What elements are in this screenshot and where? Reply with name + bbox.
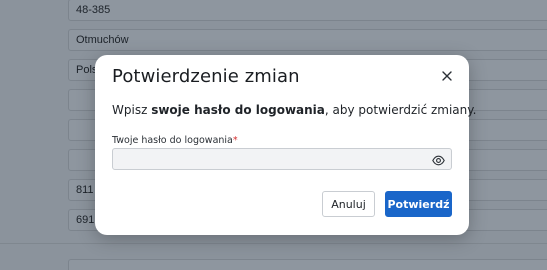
eye-icon[interactable] bbox=[432, 153, 445, 166]
confirm-button[interactable]: Potwierdź bbox=[385, 191, 452, 217]
close-button[interactable] bbox=[439, 68, 455, 84]
dialog-description: Wpisz swoje hasło do logowania, aby potw… bbox=[112, 103, 477, 117]
dialog-title: Potwierdzenie zmian bbox=[112, 66, 300, 87]
confirm-changes-dialog: Potwierdzenie zmian Wpisz swoje hasło do… bbox=[95, 55, 476, 235]
password-input[interactable] bbox=[112, 148, 452, 170]
required-marker: * bbox=[232, 135, 238, 146]
cancel-button[interactable]: Anuluj bbox=[322, 191, 375, 217]
close-icon bbox=[439, 68, 455, 84]
password-label: Twoje hasło do logowania* bbox=[112, 135, 238, 146]
description-emphasis: swoje hasło do logowania bbox=[151, 103, 325, 117]
